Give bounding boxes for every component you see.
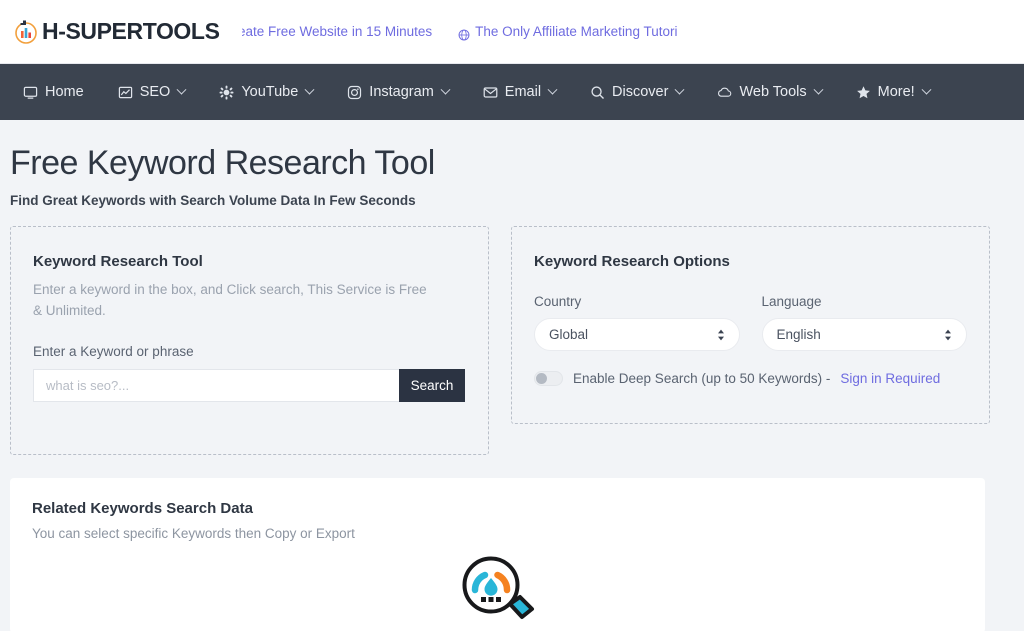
language-select-value: English	[777, 327, 821, 342]
keyword-research-options-card: Keyword Research Options Country Global …	[511, 226, 990, 424]
select-updown-icon	[717, 329, 725, 341]
brand-name: H-SUPERTOOLS	[42, 18, 220, 45]
tool-card-title: Keyword Research Tool	[33, 253, 466, 270]
chevron-down-icon	[440, 84, 450, 94]
star-icon	[856, 85, 871, 100]
nav-label-email: Email	[505, 84, 541, 100]
country-field: Country Global	[534, 294, 740, 351]
page-subtitle: Find Great Keywords with Search Volume D…	[10, 193, 1024, 208]
options-card-title: Keyword Research Options	[534, 253, 967, 270]
results-card-subtitle: You can select specific Keywords then Co…	[32, 526, 963, 541]
deep-search-toggle[interactable]	[534, 371, 563, 386]
search-icon	[590, 85, 605, 100]
keyword-search-input[interactable]	[33, 369, 399, 402]
options-row: Country Global Language English	[534, 294, 967, 351]
page-title: Free Keyword Research Tool	[10, 144, 1024, 183]
language-field: Language English	[762, 294, 968, 351]
brand-logo[interactable]: H-SUPERTOOLS	[0, 18, 220, 46]
deep-search-label: Enable Deep Search (up to 50 Keywords) -	[573, 371, 830, 386]
nav-label-seo: SEO	[140, 84, 171, 100]
chart-line-icon	[118, 85, 133, 100]
toggle-knob	[536, 373, 547, 384]
search-button[interactable]: Search	[399, 369, 465, 402]
nav-label-web-tools: Web Tools	[739, 84, 806, 100]
announcement-marquee: reate Free Website in 15 Minutes The Onl…	[242, 21, 684, 43]
monitor-icon	[23, 85, 38, 100]
country-select-value: Global	[549, 327, 588, 342]
language-select[interactable]: English	[762, 318, 968, 351]
gear-icon	[219, 85, 234, 100]
nav-label-more: More!	[878, 84, 915, 100]
cards-row: Keyword Research Tool Enter a keyword in…	[0, 208, 1024, 455]
keyword-field-label: Enter a Keyword or phrase	[33, 344, 466, 359]
chevron-down-icon	[548, 84, 558, 94]
page-header: Free Keyword Research Tool Find Great Ke…	[0, 120, 1024, 208]
announcement-link-1[interactable]: reate Free Website in 15 Minutes	[242, 21, 433, 43]
chevron-down-icon	[675, 84, 685, 94]
results-card-title: Related Keywords Search Data	[32, 500, 963, 517]
announcement-text-1: reate Free Website in 15 Minutes	[242, 21, 433, 43]
select-updown-icon	[944, 329, 952, 341]
keyword-search-row: Search	[33, 369, 465, 402]
nav-label-youtube: YouTube	[241, 84, 298, 100]
nav-item-more[interactable]: More!	[839, 64, 947, 120]
sign-in-required-link[interactable]: Sign in Required	[840, 371, 940, 386]
chevron-down-icon	[921, 84, 931, 94]
deep-search-row: Enable Deep Search (up to 50 Keywords) -…	[534, 371, 967, 386]
bar-chart-circle-icon	[12, 18, 40, 46]
nav-item-home[interactable]: Home	[6, 64, 101, 120]
nav-item-web-tools[interactable]: Web Tools	[700, 64, 838, 120]
announcement-link-2[interactable]: The Only Affiliate Marketing Tutori	[458, 21, 677, 43]
nav-item-youtube[interactable]: YouTube	[202, 64, 330, 120]
nav-label-instagram: Instagram	[369, 84, 433, 100]
cloud-icon	[717, 85, 732, 100]
main-navigation: Home SEO	[0, 64, 1024, 120]
nav-label-home: Home	[45, 84, 84, 100]
top-bar: H-SUPERTOOLS reate Free Website in 15 Mi…	[0, 0, 1024, 64]
chevron-down-icon	[813, 84, 823, 94]
nav-item-seo[interactable]: SEO	[101, 64, 203, 120]
tool-card-description: Enter a keyword in the box, and Click se…	[33, 280, 433, 322]
announcement-text-2: The Only Affiliate Marketing Tutori	[475, 21, 677, 43]
globe-icon	[458, 26, 470, 38]
related-keywords-card: Related Keywords Search Data You can sel…	[10, 478, 985, 631]
country-label: Country	[534, 294, 740, 309]
nav-item-discover[interactable]: Discover	[573, 64, 700, 120]
country-select[interactable]: Global	[534, 318, 740, 351]
instagram-icon	[347, 85, 362, 100]
envelope-icon	[483, 85, 498, 100]
keyword-research-tool-card: Keyword Research Tool Enter a keyword in…	[10, 226, 489, 455]
chevron-down-icon	[305, 84, 315, 94]
nav-item-instagram[interactable]: Instagram	[330, 64, 465, 120]
magnifier-gauge-icon	[460, 554, 536, 631]
chevron-down-icon	[177, 84, 187, 94]
language-label: Language	[762, 294, 968, 309]
nav-label-discover: Discover	[612, 84, 668, 100]
nav-item-email[interactable]: Email	[466, 64, 573, 120]
